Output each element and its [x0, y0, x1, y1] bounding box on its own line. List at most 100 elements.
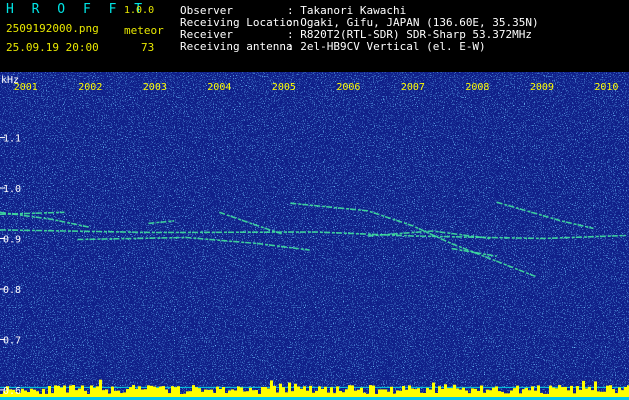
- signal-level-bar: [402, 385, 405, 398]
- signal-level-bar: [102, 390, 105, 398]
- signal-level-bar: [522, 389, 525, 398]
- signal-level-bar: [612, 389, 615, 398]
- signal-level-bar: [264, 386, 267, 398]
- signal-level-bar: [480, 385, 483, 398]
- x-tick-label: 2010: [594, 82, 618, 93]
- signal-level-bar: [54, 385, 57, 398]
- signal-level-bar: [129, 387, 132, 398]
- signal-level-bar: [153, 386, 156, 398]
- signal-level-bar: [132, 385, 135, 398]
- signal-level-bar: [147, 385, 150, 398]
- signal-level-bar: [498, 391, 501, 398]
- signal-level-bar: [531, 386, 534, 398]
- signal-level-bar: [279, 383, 282, 398]
- signal-level-bar: [240, 387, 243, 398]
- signal-level-bar: [354, 390, 357, 398]
- signal-level-bar: [234, 390, 237, 398]
- signal-level-bar: [81, 385, 84, 398]
- signal-level-bar: [144, 389, 147, 398]
- signal-level-bar: [576, 386, 579, 398]
- signal-level-bar: [360, 387, 363, 398]
- signal-level-bar: [216, 386, 219, 398]
- signal-level-bar: [579, 389, 582, 398]
- signal-level-bar: [288, 382, 291, 398]
- signal-level-bar: [351, 385, 354, 398]
- signal-level-bar: [300, 388, 303, 398]
- signal-level-bar: [21, 388, 24, 398]
- signal-level-bar: [624, 387, 627, 398]
- signal-level-bar: [510, 390, 513, 398]
- signal-level-bar: [156, 387, 159, 398]
- signal-level-bar: [492, 387, 495, 398]
- signal-level-bar: [594, 381, 597, 398]
- signal-level-bar: [237, 386, 240, 398]
- x-tick-label: 2002: [78, 82, 102, 93]
- signal-level-bar: [618, 387, 621, 398]
- x-tick-label: 2009: [530, 82, 554, 93]
- signal-level-bar: [369, 385, 372, 398]
- signal-level-bar: [210, 389, 213, 398]
- signal-level-bar: [417, 388, 420, 398]
- signal-level-bar: [252, 390, 255, 398]
- signal-level-bar: [297, 386, 300, 398]
- signal-level-bar: [192, 385, 195, 398]
- signal-level-bar: [294, 383, 297, 398]
- signal-level-bar: [465, 390, 468, 398]
- signal-level-bar: [162, 386, 165, 398]
- signal-level-bar: [462, 387, 465, 398]
- signal-level-bar: [111, 386, 114, 398]
- signal-level-bar: [93, 387, 96, 398]
- signal-level-bar: [255, 390, 258, 398]
- signal-level-bar: [474, 388, 477, 398]
- signal-level-bar: [585, 388, 588, 398]
- signal-level-bar: [231, 389, 234, 398]
- signal-level-bar: [249, 387, 252, 398]
- signal-level-bar: [207, 389, 210, 398]
- y-tick-label: 0.9: [3, 235, 21, 246]
- x-tick-label: 2003: [143, 82, 167, 93]
- signal-level-bar: [453, 384, 456, 398]
- signal-level-bar: [390, 386, 393, 398]
- signal-level-bar: [195, 387, 198, 398]
- signal-level-bar: [405, 389, 408, 398]
- spectrogram-chart: 0.60.70.80.91.01.1 2001 2002 2003 2004 2005 2…: [0, 72, 629, 400]
- signal-level-bar: [534, 390, 537, 398]
- signal-level-bar: [177, 386, 180, 398]
- signal-level-bar: [489, 390, 492, 398]
- app-version: 1.0.0: [124, 5, 155, 16]
- signal-level-bar: [609, 385, 612, 398]
- signal-level-bar: [78, 388, 81, 398]
- signal-level-bar: [30, 388, 33, 398]
- signal-level-bar: [561, 387, 564, 398]
- signal-level-bar: [399, 390, 402, 398]
- signal-level-bar: [198, 388, 201, 398]
- signal-level-bar: [477, 390, 480, 398]
- date-time: 25.09.19 20:00: [6, 41, 99, 54]
- signal-level-bar: [291, 391, 294, 398]
- signal-level-bar: [537, 385, 540, 398]
- signal-level-bar: [450, 388, 453, 398]
- signal-level-bar: [411, 388, 414, 398]
- signal-level-bar: [348, 385, 351, 398]
- signal-level-bar: [63, 385, 66, 398]
- signal-level-bar: [135, 388, 138, 398]
- signal-level-bar: [495, 386, 498, 398]
- signal-level-bar: [219, 388, 222, 398]
- signal-level-bar: [441, 388, 444, 398]
- signal-level-bar: [456, 388, 459, 398]
- signal-level-bar: [117, 390, 120, 398]
- signal-level-bar: [444, 384, 447, 398]
- signal-level-bar: [267, 388, 270, 398]
- signal-level-bar: [114, 390, 117, 398]
- signal-level-bar: [204, 389, 207, 398]
- signal-level-bar: [414, 389, 417, 398]
- signal-level-bar: [621, 390, 624, 398]
- info-key-antenna: Receiving antenna: [180, 40, 293, 53]
- signal-level-bar: [555, 388, 558, 398]
- signal-level-bar: [324, 386, 327, 398]
- spectrogram-noise: [0, 72, 629, 400]
- header-panel: H R O F F T 1.0.0 2509192000.png meteor …: [0, 0, 629, 57]
- signal-level-bar: [381, 389, 384, 398]
- signal-level-bar: [282, 387, 285, 398]
- signal-level-bar: [72, 385, 75, 398]
